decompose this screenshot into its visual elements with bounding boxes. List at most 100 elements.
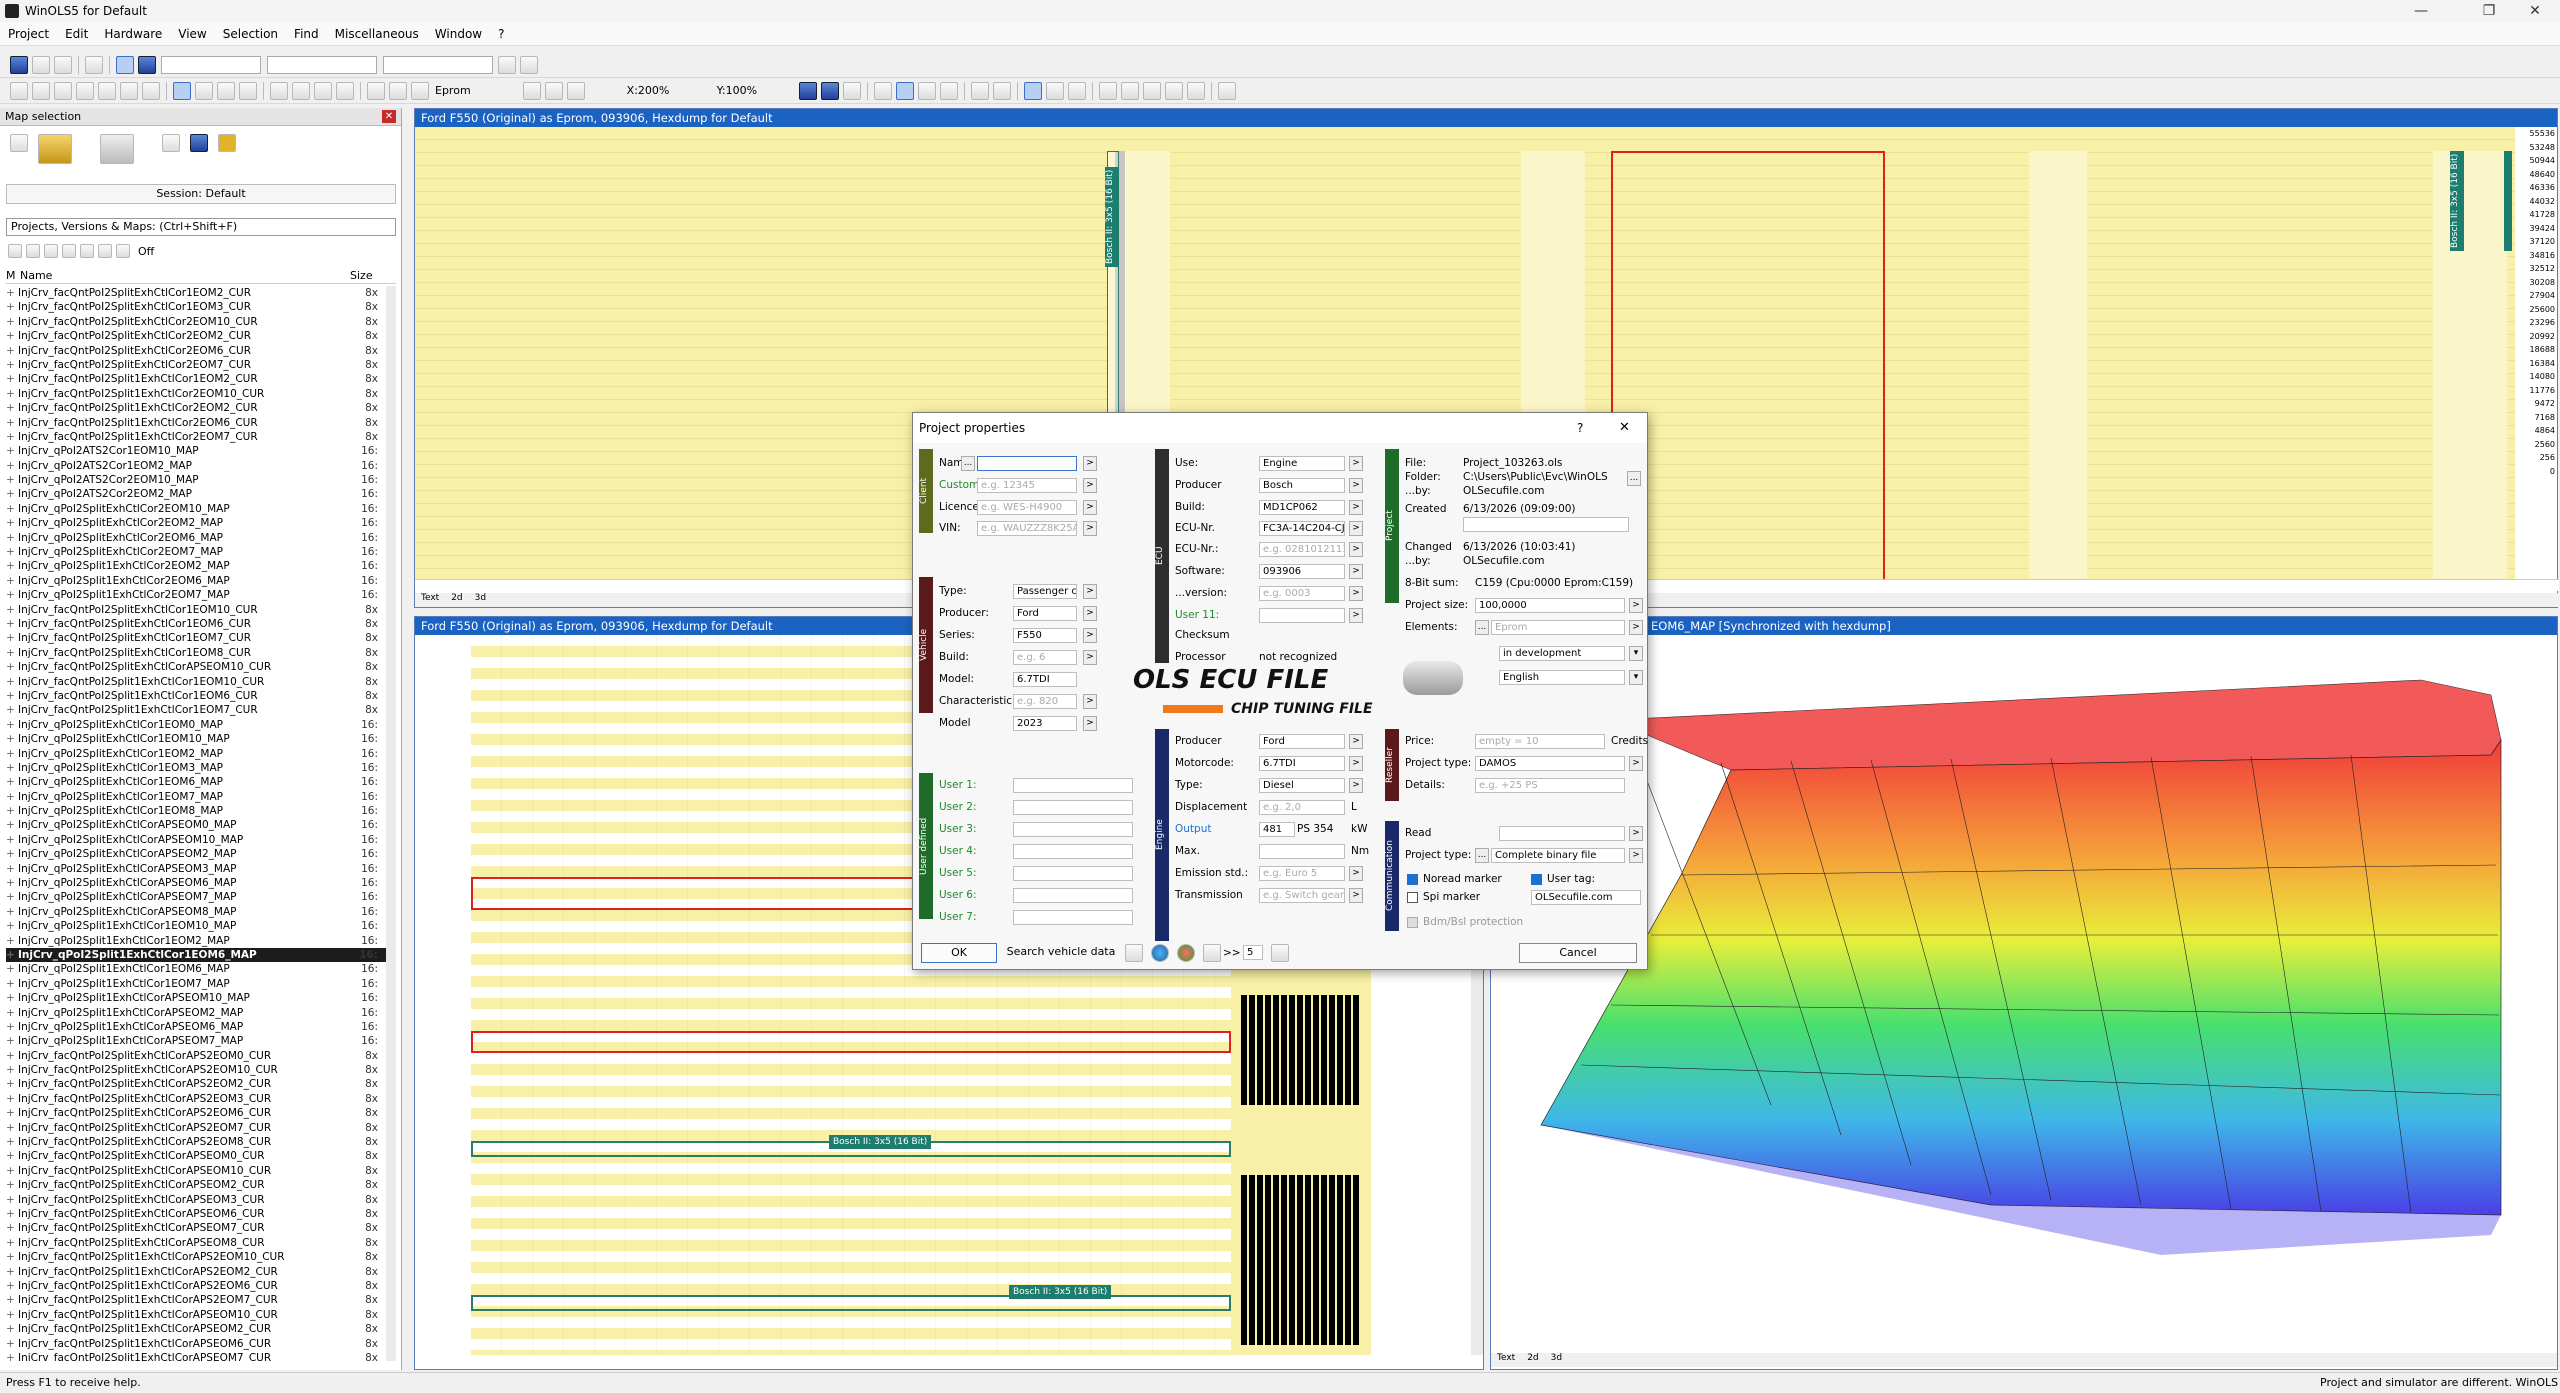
customer-input[interactable]: e.g. 12345 <box>977 478 1077 493</box>
price-input[interactable]: empty = 10 <box>1475 734 1605 749</box>
ok-button[interactable]: OK <box>921 943 997 963</box>
user11-more[interactable]: > <box>1349 608 1363 623</box>
licence-more[interactable]: > <box>1083 500 1097 515</box>
map-marker-2[interactable]: Bosch II: 3x5 (16 Bit) <box>2450 151 2464 251</box>
expand-icon[interactable]: + <box>6 890 18 904</box>
map-list-item[interactable]: + InjCrv_qPoI2SplitExhCtlCorAPSEOM6_MAP 16… <box>6 876 386 890</box>
expand-icon[interactable]: + <box>6 1236 18 1250</box>
filter-4-icon[interactable] <box>62 244 76 258</box>
map-list-item[interactable]: + InjCrv_facQntPoI2Split1ExhCtlCor2EOM2_C… <box>6 401 386 415</box>
question-icon[interactable] <box>566 81 585 100</box>
transmission-more[interactable]: > <box>1349 888 1363 903</box>
expand-icon[interactable]: + <box>6 660 18 674</box>
expand-icon[interactable]: + <box>6 531 18 545</box>
motorcode-input[interactable]: 6.7TDI <box>1259 756 1345 771</box>
lo-hi-icon[interactable] <box>970 81 989 100</box>
expand-icon[interactable]: + <box>6 804 18 818</box>
expand-icon[interactable]: + <box>6 1279 18 1293</box>
map-list-item-selected[interactable]: + InjCrv_qPoI2Split1ExhCtlCor1EOM6_MAP 16: <box>6 947 386 963</box>
expand-icon[interactable]: + <box>6 905 18 919</box>
2d-view-icon[interactable] <box>389 81 407 100</box>
map-list-item[interactable]: + InjCrv_facQntPoI2SplitExhCtlCor1EOM10_C… <box>6 603 386 617</box>
map-list-item[interactable]: + InjCrv_qPoI2Split1ExhCtlCorAPSEOM2_MAP 1… <box>6 1006 386 1020</box>
map-list-item[interactable]: + InjCrv_facQntPoI2Split1ExhCtlCorAPS2EOM… <box>6 1265 386 1279</box>
map-list-item[interactable]: + InjCrv_qPoI2Split1ExhCtlCor1EOM10_MAP 16… <box>6 919 386 933</box>
expand-icon[interactable]: + <box>6 358 18 372</box>
map-list-item[interactable]: + InjCrv_facQntPoI2Split1ExhCtlCor2EOM10_… <box>6 387 386 401</box>
arrow-left-icon[interactable] <box>498 55 516 74</box>
map-list-item[interactable]: + InjCrv_qPoI2Split1ExhCtlCor2EOM2_MAP 16: <box>6 559 386 573</box>
expand-icon[interactable]: + <box>6 1006 18 1020</box>
expand-icon[interactable]: + <box>6 1092 18 1106</box>
menu-view[interactable]: View <box>170 27 214 41</box>
map-list-item[interactable]: + InjCrv_qPoI2ATS2Cor2EOM10_MAP 16: <box>6 473 386 487</box>
elements-browse[interactable]: ... <box>1475 620 1489 635</box>
elements-more[interactable]: > <box>1629 620 1643 635</box>
version-combo[interactable] <box>161 55 261 74</box>
arrow-right-icon[interactable] <box>520 55 538 74</box>
expand-icon[interactable]: + <box>6 1207 18 1221</box>
customer-more[interactable]: > <box>1083 478 1097 493</box>
expand-icon[interactable]: + <box>6 1020 18 1034</box>
expand-icon[interactable]: + <box>6 1193 18 1207</box>
filter-1-icon[interactable] <box>8 244 22 258</box>
options-icon[interactable] <box>1271 944 1289 962</box>
expand-icon[interactable]: + <box>6 675 18 689</box>
ecu-nr-more[interactable]: > <box>1349 521 1363 536</box>
col-m[interactable]: M <box>6 269 20 282</box>
series-more[interactable]: > <box>1083 628 1097 643</box>
map-list-item[interactable]: + InjCrv_facQntPoI2Split1ExhCtlCorAPSEOM1… <box>6 1308 386 1322</box>
user5-input[interactable] <box>1013 866 1133 881</box>
ecu-build-input[interactable]: MD1CP062 <box>1259 500 1345 515</box>
map-list-item[interactable]: + InjCrv_qPoI2Split1ExhCtlCorAPSEOM6_MAP 1… <box>6 1020 386 1034</box>
transmission-input[interactable]: e.g. Switch gear <box>1259 888 1345 903</box>
expand-icon[interactable]: + <box>6 761 18 775</box>
vehicle-type-more[interactable]: > <box>1083 584 1097 599</box>
map-list-item[interactable]: + InjCrv_facQntPoI2SplitExhCtlCor1EOM7_CU… <box>6 631 386 645</box>
map-list-item[interactable]: + InjCrv_facQntPoI2SplitExhCtlCor1EOM2_CU… <box>6 286 386 300</box>
hex-map-label-1[interactable]: Bosch II: 3x5 (16 Bit) <box>829 1135 932 1149</box>
vehicle-producer-input[interactable]: Ford <box>1013 606 1077 621</box>
graph-icon[interactable] <box>270 81 288 100</box>
expand-icon[interactable]: + <box>6 689 18 703</box>
comm-ptype-input[interactable]: Complete binary file <box>1491 848 1625 863</box>
expand-icon[interactable]: + <box>6 372 18 386</box>
expand-icon[interactable]: + <box>6 603 18 617</box>
project-icon[interactable] <box>10 81 28 100</box>
model-year-input[interactable]: 2023 <box>1013 716 1077 731</box>
expand-icon[interactable]: + <box>6 646 18 660</box>
expand-icon[interactable]: + <box>6 1308 18 1322</box>
map-list-item[interactable]: + InjCrv_qPoI2ATS2Cor1EOM2_MAP 16: <box>6 459 386 473</box>
map-list-item[interactable]: + InjCrv_facQntPoI2Split1ExhCtlCor2EOM7_C… <box>6 430 386 444</box>
ecu-nr2-input[interactable]: e.g. 0281012113 <box>1259 542 1345 557</box>
3d-surface-plot[interactable] <box>1491 635 2557 1351</box>
user4-input[interactable] <box>1013 844 1133 859</box>
map-list-item[interactable]: + InjCrv_qPoI2SplitExhCtlCor1EOM6_MAP 16: <box>6 775 386 789</box>
tab-2d[interactable]: 2d <box>451 593 462 607</box>
version-more[interactable]: > <box>1349 586 1363 601</box>
hex-view-icon[interactable] <box>116 55 134 74</box>
binary-icon[interactable] <box>1067 81 1086 100</box>
add-map-icon[interactable] <box>162 134 180 152</box>
hi-lo-icon[interactable] <box>992 81 1011 100</box>
close-window-button[interactable]: ✕ <box>2512 0 2558 22</box>
map-list-item[interactable]: + InjCrv_facQntPoI2SplitExhCtlCorAPSEOM2_… <box>6 1178 386 1192</box>
map-list-item[interactable]: + InjCrv_facQntPoI2Split1ExhCtlCorAPS2EOM… <box>6 1279 386 1293</box>
map-list-item[interactable]: + InjCrv_facQntPoI2Split1ExhCtlCorAPSEOM7… <box>6 1351 386 1361</box>
expand-icon[interactable]: + <box>6 459 18 473</box>
expand-icon[interactable]: + <box>6 1121 18 1135</box>
page-icon[interactable] <box>98 81 116 100</box>
bdm-checkbox[interactable] <box>1407 917 1418 928</box>
reseller-ptype-input[interactable]: DAMOS <box>1475 756 1625 771</box>
map-list-item[interactable]: + InjCrv_qPoI2Split1ExhCtlCor1EOM2_MAP 16: <box>6 934 386 948</box>
block-icon[interactable] <box>138 55 156 74</box>
open-folder-icon[interactable] <box>38 134 72 164</box>
comm-ptype-browse[interactable]: ... <box>1475 848 1489 863</box>
licence-input[interactable]: e.g. WES-H4900 <box>977 500 1077 515</box>
map-icon[interactable] <box>32 81 50 100</box>
zoom-y-label[interactable]: Y:100% <box>717 84 797 97</box>
expand-icon[interactable]: + <box>6 991 18 1005</box>
width-16-icon[interactable] <box>895 81 914 100</box>
expand-icon[interactable]: + <box>6 286 18 300</box>
map-list-item[interactable]: + InjCrv_facQntPoI2SplitExhCtlCorAPSEOM0_… <box>6 1149 386 1163</box>
